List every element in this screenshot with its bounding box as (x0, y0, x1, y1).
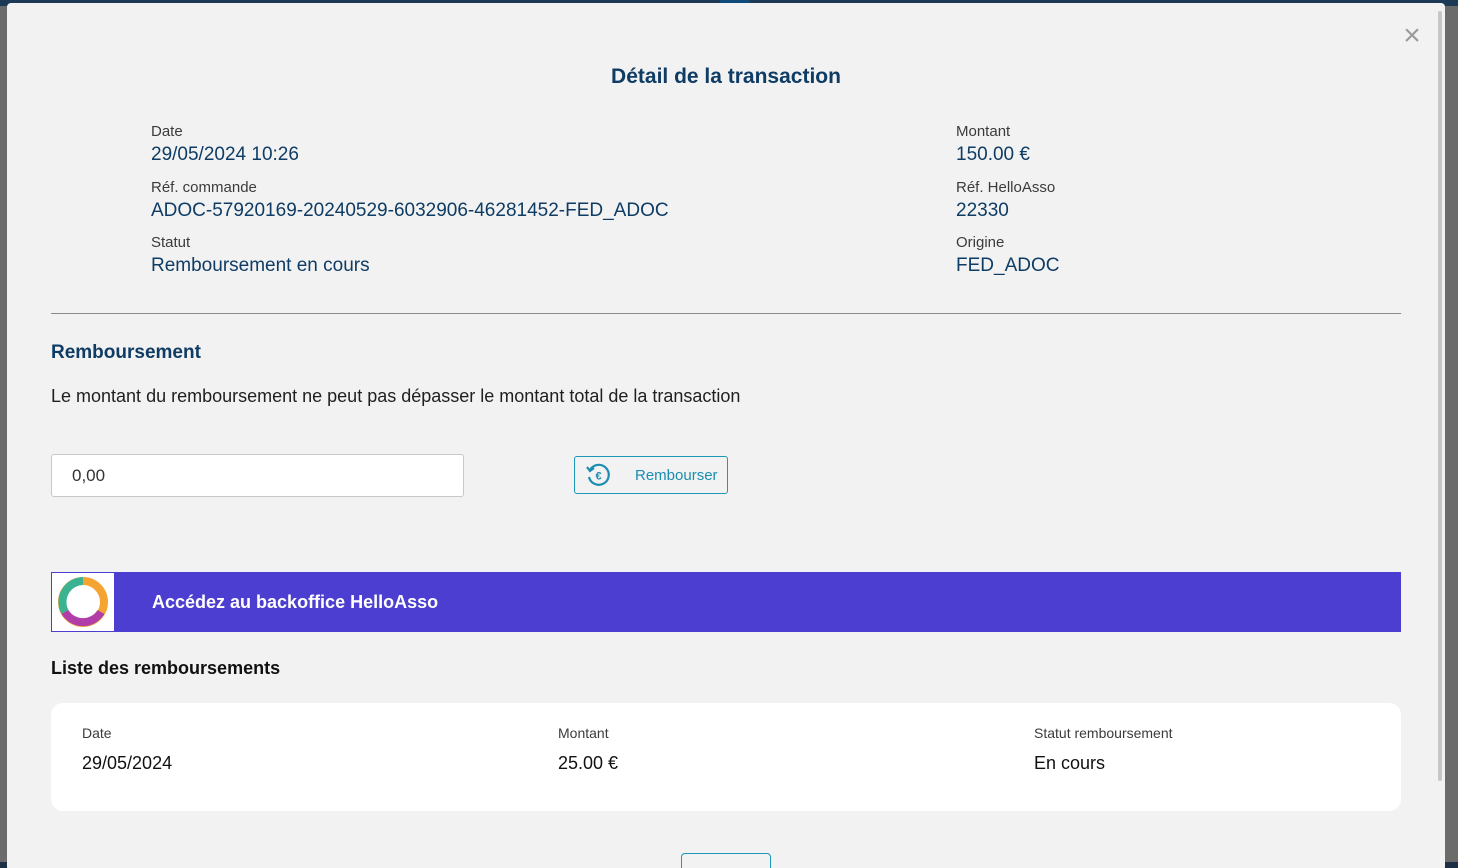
helloasso-ref-field: Réf. HelloAsso 22330 (956, 179, 1055, 223)
status-field: Statut Remboursement en cours (151, 234, 370, 278)
origin-value: FED_ADOC (956, 255, 1060, 276)
order-ref-value: ADOC-57920169-20240529-6032906-46281452-… (151, 200, 669, 221)
refund-amount-column: Montant 25.00 € (558, 725, 618, 774)
helloasso-backoffice-link[interactable]: Accédez au backoffice HelloAsso (51, 572, 1401, 632)
refund-section-title: Remboursement (51, 342, 201, 363)
order-ref-field: Réf. commande ADOC-57920169-20240529-603… (151, 179, 669, 223)
origin-label: Origine (956, 234, 1005, 251)
modal-scrollbar[interactable] (1438, 11, 1442, 781)
origin-field: Origine FED_ADOC (956, 234, 1059, 278)
refund-amount-header: Montant (558, 725, 609, 741)
helloasso-ref-label: Réf. HelloAsso (956, 179, 1056, 196)
transaction-detail-modal: × Détail de la transaction Date 29/05/20… (7, 3, 1445, 868)
close-button[interactable]: × (1399, 21, 1425, 51)
refund-list-title: Liste des remboursements (51, 658, 281, 678)
amount-value: 150.00 € (956, 144, 1030, 165)
refund-date-column: Date 29/05/2024 (82, 725, 172, 774)
svg-text:€: € (595, 471, 601, 483)
modal-footer-button[interactable] (681, 853, 771, 868)
date-field: Date 29/05/2024 10:26 (151, 123, 299, 167)
helloasso-ref-value: 22330 (956, 200, 1009, 221)
refund-button-label: Rembourser (635, 466, 718, 484)
helloasso-banner-label: Accédez au backoffice HelloAsso (152, 591, 439, 612)
refund-date-header: Date (82, 725, 112, 741)
refund-list-card: Date 29/05/2024 Montant 25.00 € Statut r… (51, 703, 1401, 811)
amount-field: Montant 150.00 € (956, 123, 1030, 167)
section-divider (51, 313, 1401, 314)
date-value: 29/05/2024 10:26 (151, 144, 299, 165)
refund-amount-value: 25.00 € (558, 753, 619, 773)
helloasso-logo-icon (58, 577, 108, 627)
refund-status-column: Statut remboursement En cours (1034, 725, 1173, 774)
refund-status-header: Statut remboursement (1034, 725, 1173, 741)
date-label: Date (151, 123, 183, 140)
modal-title: Détail de la transaction (611, 65, 841, 88)
amount-label: Montant (956, 123, 1011, 140)
order-ref-label: Réf. commande (151, 179, 257, 196)
refund-info-text: Le montant du remboursement ne peut pas … (51, 386, 741, 406)
status-value: Remboursement en cours (151, 255, 370, 276)
refund-amount-input[interactable] (51, 454, 464, 497)
helloasso-logo (51, 572, 115, 632)
refund-button[interactable]: € Rembourser (574, 456, 728, 494)
status-label: Statut (151, 234, 191, 251)
refund-status-value: En cours (1034, 753, 1106, 773)
euro-refund-icon: € (586, 463, 610, 486)
refund-date-value: 29/05/2024 (82, 753, 173, 773)
close-icon: × (1403, 19, 1421, 52)
